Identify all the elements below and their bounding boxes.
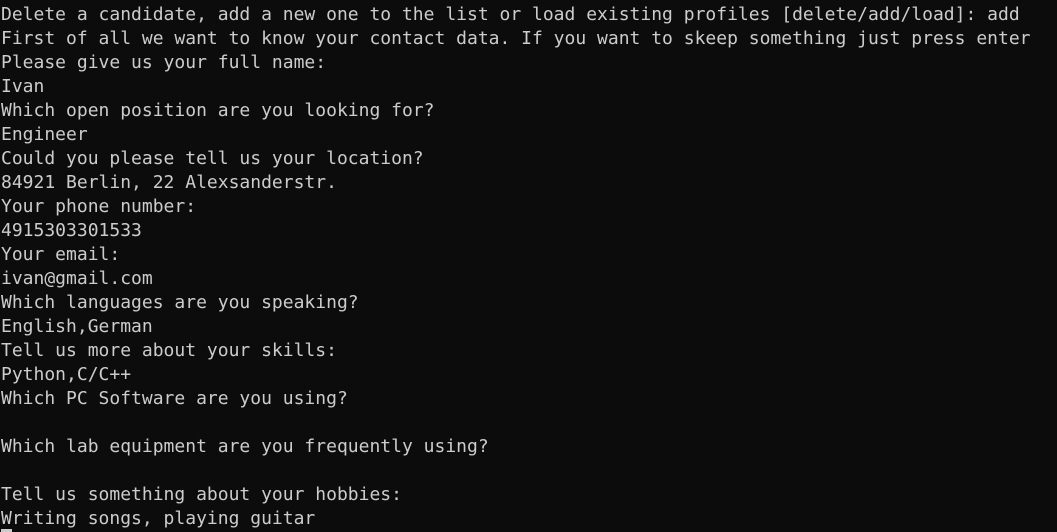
terminal-output[interactable]: Delete a candidate, add a new one to the… bbox=[0, 0, 1057, 532]
terminal-line-hobbies-question: Tell us something about your hobbies: bbox=[1, 484, 402, 505]
terminal-line-phone-question: Your phone number: bbox=[1, 196, 197, 217]
terminal-line-location-answer: 84921 Berlin, 22 Alexsanderstr. bbox=[1, 172, 337, 193]
terminal-line-location-question: Could you please tell us your location? bbox=[1, 148, 424, 169]
terminal-line-intro: First of all we want to know your contac… bbox=[1, 28, 1031, 49]
terminal-line-skills-answer: Python,C/C++ bbox=[1, 364, 132, 385]
terminal-line-lab-question: Which lab equipment are you frequently u… bbox=[1, 436, 489, 457]
terminal-line-languages-answer: English,German bbox=[1, 316, 153, 337]
terminal-line-name-question: Please give us your full name: bbox=[1, 52, 327, 73]
terminal-line-languages-question: Which languages are you speaking? bbox=[1, 292, 359, 313]
terminal-line-name-answer: Ivan bbox=[1, 76, 45, 97]
terminal-line-lab-answer bbox=[1, 459, 1057, 483]
terminal-line-mode-prompt: Delete a candidate, add a new one to the… bbox=[1, 4, 1020, 25]
terminal-line-email-question: Your email: bbox=[1, 244, 121, 265]
terminal-line-software-answer bbox=[1, 411, 1057, 435]
terminal-line-position-answer: Engineer bbox=[1, 124, 88, 145]
terminal-line-software-question: Which PC Software are you using? bbox=[1, 388, 348, 409]
terminal-line-phone-answer: 4915303301533 bbox=[1, 220, 142, 241]
terminal-line-hobbies-answer: Writing songs, playing guitar bbox=[1, 508, 316, 529]
terminal-line-position-question: Which open position are you looking for? bbox=[1, 100, 435, 121]
terminal-line-skills-question: Tell us more about your skills: bbox=[1, 340, 337, 361]
terminal-line-email-answer: ivan@gmail.com bbox=[1, 268, 153, 289]
